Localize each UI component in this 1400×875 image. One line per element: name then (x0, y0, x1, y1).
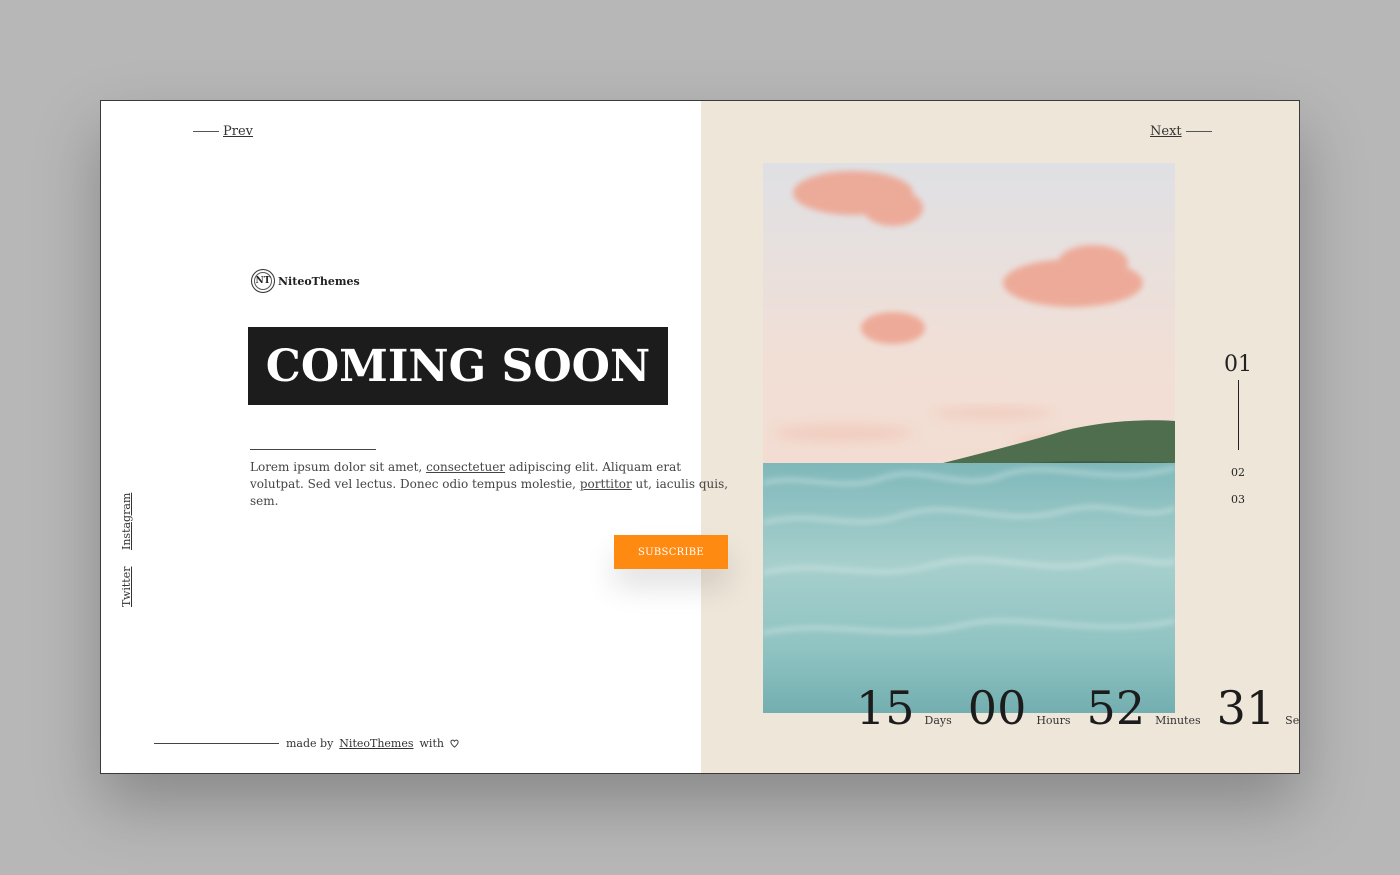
pager-bar (1237, 380, 1239, 450)
prev-dash (193, 131, 219, 132)
next-label: Next (1150, 124, 1182, 139)
prev-link[interactable]: Prev (193, 124, 253, 139)
lead-link-porttitor[interactable]: porttitor (580, 477, 632, 491)
twitter-link[interactable]: Twitter (120, 567, 133, 608)
page-title: COMING SOON (248, 327, 668, 405)
ocean-photo (763, 163, 1175, 713)
brand-logo[interactable]: NT NiteoThemes (251, 269, 360, 293)
countdown-seconds-label: Seconds (1285, 714, 1300, 727)
countdown-hours-label: Hours (1036, 714, 1071, 727)
pager-item[interactable]: 02 (1216, 466, 1260, 479)
lead-link-consectetuer[interactable]: consectetuer (426, 460, 505, 474)
logo-mark-icon: NT (251, 269, 275, 293)
subscribe-button[interactable]: SUBSCRIBE (614, 535, 728, 569)
prev-label: Prev (223, 124, 253, 139)
countdown-hours: 00 (967, 681, 1027, 735)
pager-item[interactable]: 03 (1216, 493, 1260, 506)
countdown-days: 15 (856, 681, 915, 735)
hero-photo (763, 163, 1175, 713)
countdown-seconds: 31 (1216, 681, 1276, 735)
countdown-minutes: 52 (1086, 681, 1146, 735)
footer-niteothemes-link[interactable]: NiteoThemes (339, 737, 413, 750)
countdown: 15 Days 00 Hours 52 Minutes 31 Seconds (856, 681, 1300, 735)
brand-name: NiteoThemes (278, 274, 360, 288)
lead-text: Lorem ipsum dolor sit amet, consectetuer… (250, 459, 730, 510)
divider (250, 449, 376, 450)
footer-made-by: made by (286, 737, 334, 750)
footer-rule (154, 743, 279, 744)
page-frame: Prev Next NT NiteoThemes COMING SOON Lor… (100, 100, 1300, 774)
countdown-minutes-label: Minutes (1155, 714, 1201, 727)
pager-current[interactable]: 01 (1216, 350, 1260, 380)
next-link[interactable]: Next (1150, 124, 1212, 139)
lead-text-part: Lorem ipsum dolor sit amet, (250, 460, 427, 474)
heart-icon (450, 739, 459, 748)
footer-with: with (419, 737, 444, 750)
countdown-days-label: Days (924, 714, 952, 727)
footer-credit: made by NiteoThemes with (154, 737, 459, 750)
slide-pager: 01 02 03 (1216, 350, 1260, 506)
instagram-link[interactable]: Instagram (120, 493, 133, 550)
next-dash (1185, 131, 1212, 132)
